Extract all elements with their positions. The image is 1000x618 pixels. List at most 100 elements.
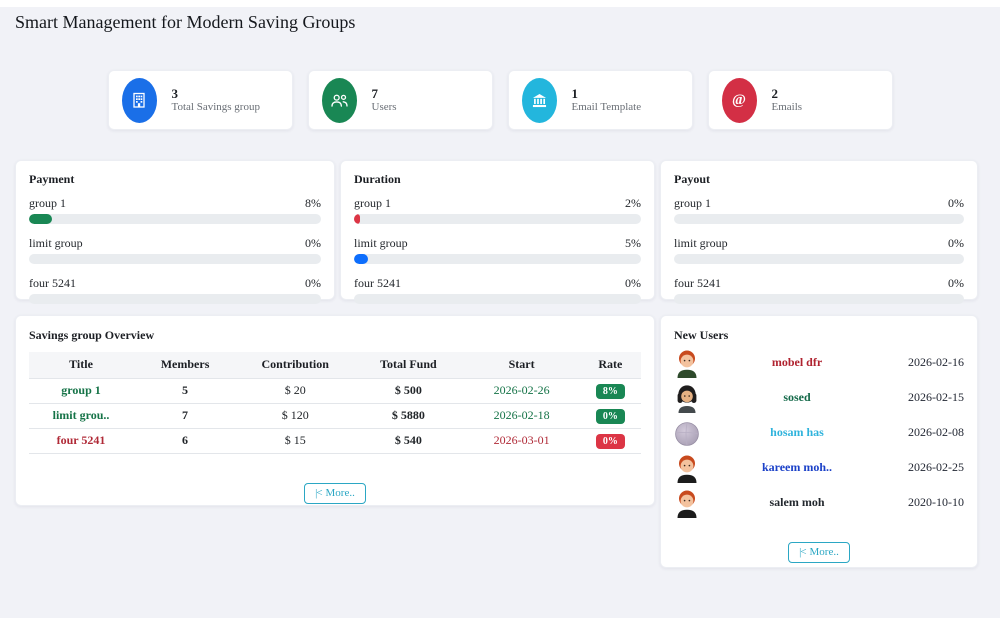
progress-label: limit group [29,236,83,251]
user-date: 2026-02-15 [892,390,964,405]
total-fund-cell: $ 540 [353,428,463,453]
col-start: Start [463,352,579,378]
bank-icon [522,78,557,123]
col-members: Members [133,352,237,378]
progress-label: limit group [674,236,728,251]
members-cell: 6 [133,428,237,453]
stat-label: Email Template [572,101,642,114]
progress-bar [674,254,964,264]
rate-cell: 8% [580,378,641,403]
user-name-link[interactable]: hosam has [702,425,892,440]
user-name-link[interactable]: salem moh [702,495,892,510]
avatar-male-red-hair-black-shirt [674,488,702,518]
list-item: mobel dfr 2026-02-16 [674,345,964,380]
stats-row: 3 Total Savings group 7 Users [0,70,1000,130]
progress-label: four 5241 [354,276,401,291]
users-icon [322,78,357,123]
progress-bar [674,294,964,304]
stat-value: 2 [772,86,803,101]
contribution-cell: $ 20 [237,378,353,403]
progress-label: four 5241 [674,276,721,291]
progress-bar [29,254,321,264]
progress-item: group 18% [29,196,321,224]
progress-item: group 1 2% [354,196,641,224]
stat-text: 7 Users [372,86,397,114]
group-title-link[interactable]: limit grou.. [29,403,133,428]
total-fund-cell: $ 500 [353,378,463,403]
col-title: Title [29,352,133,378]
col-rate: Rate [580,352,641,378]
progress-item: four 5241 0% [354,276,641,304]
progress-bar [354,214,641,224]
payment-card: Payment group 18% limit group 0% four 524… [15,160,335,300]
list-item: salem moh 2020-10-10 [674,485,964,520]
progress-fill [354,254,368,264]
progress-percent: 0% [948,196,964,211]
progress-percent: 0% [625,276,641,291]
card-title: Payment [29,172,321,187]
stat-label: Users [372,101,397,114]
progress-item: four 52410% [29,276,321,304]
progress-label: four 5241 [29,276,76,291]
rate-badge: 0% [596,409,625,424]
stat-card-users: 7 Users [308,70,493,130]
progress-bar [29,214,321,224]
stat-text: 1 Email Template [572,86,642,114]
progress-label: limit group [354,236,408,251]
user-name-link[interactable]: kareem moh.. [702,460,892,475]
top-navbar [0,0,1000,7]
progress-percent: 0% [948,236,964,251]
skip-start-icon: |< [799,546,805,558]
card-title: Payout [674,172,964,187]
user-name-link[interactable]: mobel dfr [702,355,892,370]
new-users-title: New Users [674,328,964,343]
rate-badge: 0% [596,434,625,449]
at-icon: @ [722,78,757,123]
progress-fill [29,214,52,224]
list-item: hosam has 2026-02-08 [674,415,964,450]
stat-value: 1 [572,86,642,101]
progress-bar [674,214,964,224]
rate-badge: 8% [596,384,625,399]
table-row: four 5241 6 $ 15 $ 540 2026-03-01 0% [29,428,641,453]
progress-fill [354,214,360,224]
progress-label: group 1 [674,196,711,211]
overview-more-button[interactable]: |< More.. [304,483,366,504]
card-title: Duration [354,172,641,187]
progress-item: four 52410% [674,276,964,304]
stat-label: Emails [772,101,803,114]
stat-value: 7 [372,86,397,101]
group-title-link[interactable]: group 1 [29,378,133,403]
col-contribution: Contribution [237,352,353,378]
stat-label: Total Savings group [172,101,260,114]
new-users-more-button[interactable]: |< More.. [788,542,850,563]
rate-cell: 0% [580,403,641,428]
progress-item: limit group 5% [354,236,641,264]
list-item: kareem moh.. 2026-02-25 [674,450,964,485]
progress-label: group 1 [354,196,391,211]
progress-percent: 5% [625,236,641,251]
group-title-link[interactable]: four 5241 [29,428,133,453]
user-date: 2026-02-08 [892,425,964,440]
table-row: limit grou.. 7 $ 120 $ 5880 2026-02-18 0… [29,403,641,428]
stat-text: 2 Emails [772,86,803,114]
progress-item: group 1 0% [674,196,964,224]
progress-percent: 0% [305,236,321,251]
progress-bar [354,294,641,304]
start-cell: 2026-02-18 [463,403,579,428]
table-header-row: Title Members Contribution Total Fund St… [29,352,641,378]
stat-card-savings-groups: 3 Total Savings group [108,70,293,130]
stat-card-emails: @ 2 Emails [708,70,893,130]
user-date: 2026-02-16 [892,355,964,370]
user-date: 2026-02-25 [892,460,964,475]
list-item: sosed 2026-02-15 [674,380,964,415]
stat-card-email-template: 1 Email Template [508,70,693,130]
savings-overview-card: Savings group Overview Title Members Con… [15,315,655,506]
rate-cell: 0% [580,428,641,453]
overview-title: Savings group Overview [29,328,641,343]
progress-percent: 2% [625,196,641,211]
payout-card: Payout group 1 0% limit group 0% four 5241… [660,160,978,300]
contribution-cell: $ 120 [237,403,353,428]
skip-start-icon: |< [315,487,321,499]
user-name-link[interactable]: sosed [702,390,892,405]
